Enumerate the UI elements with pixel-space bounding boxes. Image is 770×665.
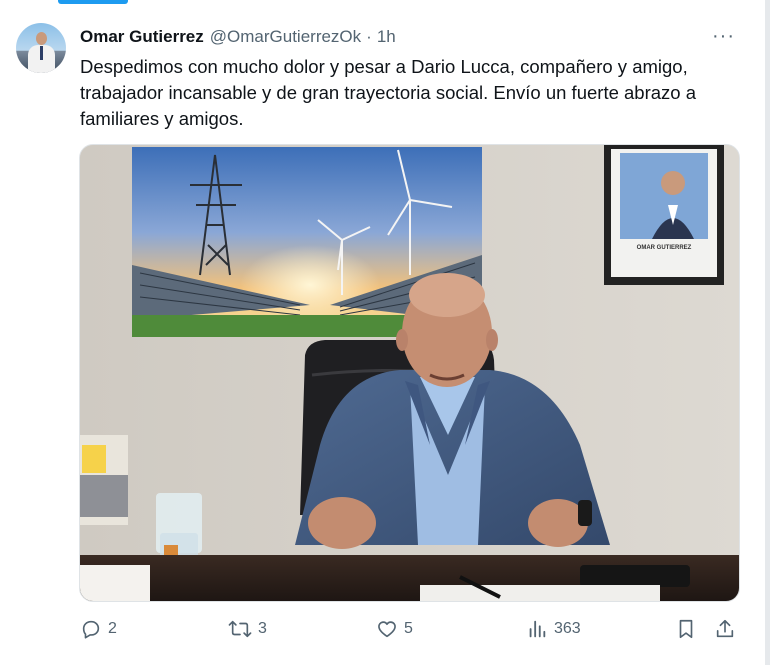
tweet-header: Omar Gutierrez @OmarGutierrezOk · 1h [80, 25, 396, 49]
more-options-icon[interactable]: ··· [712, 26, 735, 46]
reply-button[interactable]: 2 [80, 618, 117, 640]
views-icon [529, 620, 546, 638]
avatar[interactable] [16, 23, 66, 73]
like-icon [378, 621, 396, 638]
repost-icon [228, 620, 252, 638]
tweet-photo[interactable]: OMAR GUTIERREZ [79, 144, 740, 602]
tweet-card[interactable]: Omar Gutierrez @OmarGutierrezOk · 1h ···… [0, 0, 765, 665]
reply-count: 2 [108, 620, 117, 637]
reply-icon [82, 620, 100, 639]
views-count: 363 [554, 620, 581, 637]
portrait-caption: OMAR GUTIERREZ [637, 245, 692, 251]
bookmark-button[interactable] [676, 618, 696, 640]
views-button[interactable]: 363 [526, 618, 581, 640]
separator-dot: · [366, 27, 372, 46]
share-button[interactable] [714, 618, 736, 640]
bookmark-icon [679, 619, 693, 639]
framed-portrait: OMAR GUTIERREZ [604, 145, 724, 285]
repost-button[interactable]: 3 [228, 618, 267, 640]
repost-count: 3 [258, 620, 267, 637]
column-border [765, 0, 770, 665]
tweet-text: Despedimos con mucho dolor y pesar a Dar… [80, 56, 697, 129]
like-count: 5 [404, 620, 413, 637]
author-name[interactable]: Omar Gutierrez [80, 27, 204, 47]
share-icon [716, 619, 734, 638]
like-button[interactable]: 5 [376, 618, 413, 640]
photo-scene: OMAR GUTIERREZ [80, 145, 739, 601]
phone [580, 565, 690, 587]
action-bar: 2 3 5 363 [0, 612, 765, 646]
timestamp[interactable]: 1h [377, 27, 396, 47]
author-handle[interactable]: @OmarGutierrezOk [210, 27, 361, 47]
